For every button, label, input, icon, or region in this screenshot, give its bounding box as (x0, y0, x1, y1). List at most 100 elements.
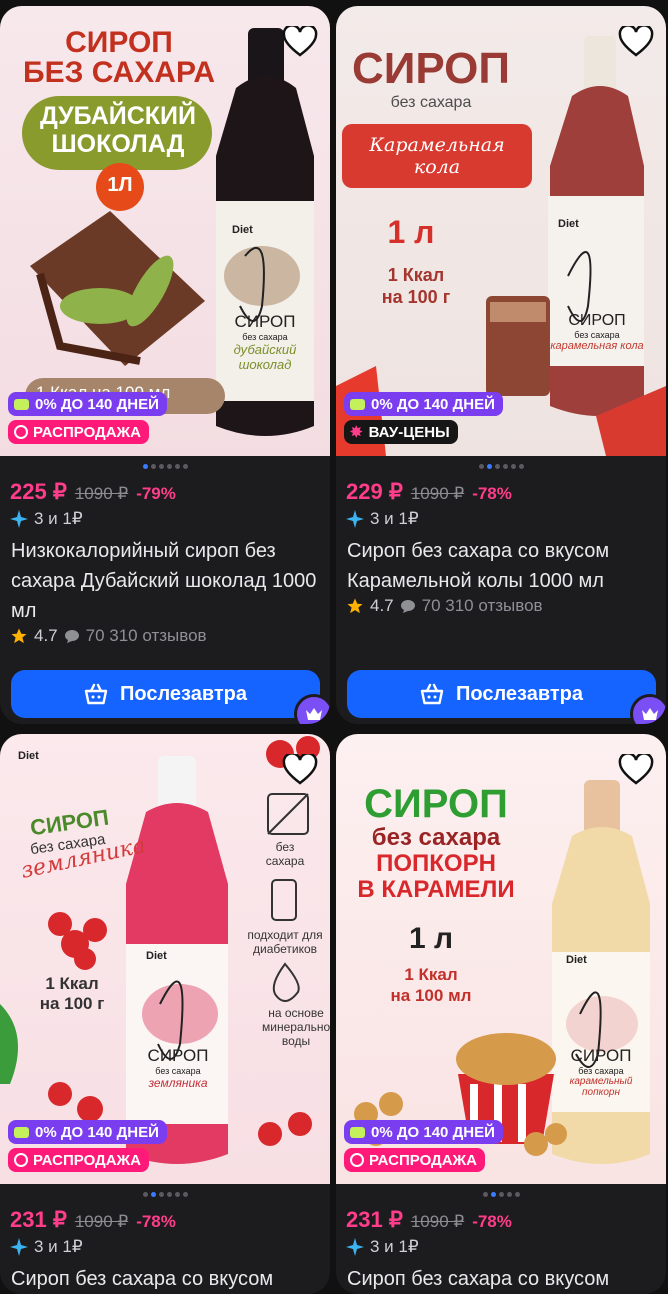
wallet-icon (14, 398, 29, 410)
star-icon (347, 598, 363, 614)
ring-icon (350, 1153, 364, 1167)
delivery-button[interactable]: Послезавтра (11, 670, 320, 718)
art-subheadline: без сахара (371, 824, 501, 851)
badges: 0% ДО 140 ДНЕЙ РАСПРОДАЖА (344, 1120, 503, 1176)
product-card[interactable]: СИРОП без сахара Карамельная кола 1 л 1 … (336, 6, 666, 724)
art-headline: СИРОП (65, 26, 173, 59)
label-brand: Diet (566, 954, 587, 966)
sale-badge: РАСПРОДАЖА (8, 420, 149, 444)
installment-badge: 0% ДО 140 ДНЕЙ (8, 1120, 167, 1144)
favorite-heart-icon[interactable] (618, 754, 654, 786)
comment-icon (64, 629, 79, 643)
art-headline: БЕЗ САХАРА (23, 56, 215, 89)
sparkle-icon (346, 510, 364, 528)
image-pagination (0, 1192, 330, 1197)
sparkle-icon (10, 1238, 28, 1256)
comment-icon (400, 599, 415, 613)
premium-crown-icon (630, 694, 666, 724)
wallet-icon (350, 1126, 365, 1138)
discount: -78% (472, 484, 512, 503)
price: 229 ₽ (346, 479, 403, 504)
promo-row: 3 и 1₽ (10, 1237, 83, 1257)
price-row: 231 ₽ 1090 ₽ -78% (10, 1207, 176, 1233)
sparkle-icon (346, 1238, 364, 1256)
premium-crown-icon (294, 694, 330, 724)
image-pagination (0, 464, 330, 469)
old-price: 1090 ₽ (74, 1212, 129, 1231)
art-subheadline: без сахара (390, 94, 472, 111)
badges: 0% ДО 140 ДНЕЙ РАСПРОДАЖА (8, 392, 167, 448)
old-price: 1090 ₽ (410, 484, 465, 503)
old-price: 1090 ₽ (410, 1212, 465, 1231)
badges: 0% ДО 140 ДНЕЙ РАСПРОДАЖА (8, 1120, 167, 1176)
wallet-icon (14, 1126, 29, 1138)
rating-row: 4.7 70 310 отзывов (10, 626, 207, 646)
art-flavor: Карамельная кола (369, 134, 505, 178)
price: 231 ₽ (346, 1207, 403, 1232)
favorite-heart-icon[interactable] (282, 26, 318, 58)
art-headline: СИРОП (364, 782, 508, 826)
label-sub: без сахара (242, 332, 288, 342)
feature-diabetics: подходит для диабетиков (247, 928, 323, 956)
badges: 0% ДО 140 ДНЕЙ ✸ ВАУ-ЦЕНЫ (344, 392, 503, 448)
label-name: СИРОП (234, 312, 296, 331)
label-sub: без сахара (155, 1066, 201, 1076)
art-kcal: 1 Ккал (45, 974, 99, 993)
rating-value: 4.7 (34, 626, 58, 645)
delivery-button[interactable]: Послезавтра (347, 670, 656, 718)
product-image[interactable]: СИРОП без сахара ПОПКОРН В КАРАМЕЛИ 1 л … (336, 734, 666, 1184)
label-flavor: дубайский шоколад (233, 342, 297, 372)
label-flavor: земляника (148, 1076, 208, 1090)
promo-row: 3 и 1₽ (10, 509, 83, 529)
discount: -79% (136, 484, 176, 503)
art-kcal: 1 Ккал (404, 965, 458, 984)
art-volume: 1 л (408, 922, 454, 955)
price-row: 231 ₽ 1090 ₽ -78% (346, 1207, 512, 1233)
art-flavor: В КАРАМЕЛИ (357, 876, 515, 903)
feature-sugar-free: без сахара (265, 840, 305, 868)
product-title[interactable]: Сироп без сахара со вкусом (11, 1264, 321, 1294)
label-flavor: карамельный попкорн (569, 1076, 633, 1098)
sparkle-icon (10, 510, 28, 528)
installment-badge: 0% ДО 140 ДНЕЙ (344, 392, 503, 416)
wow-price-badge: ✸ ВАУ-ЦЕНЫ (344, 420, 458, 444)
label-brand: Diet (232, 224, 253, 236)
label-brand: Diet (146, 950, 167, 962)
product-title[interactable]: Сироп без сахара со вкусом Карамельной к… (347, 536, 657, 596)
old-price: 1090 ₽ (74, 484, 129, 503)
price-row: 225 ₽ 1090 ₽ -79% (10, 479, 176, 505)
installment-badge: 0% ДО 140 ДНЕЙ (344, 1120, 503, 1144)
burst-icon: ✸ (350, 424, 363, 441)
product-card[interactable]: СИРОП БЕЗ САХАРА ДУБАЙСКИЙ ШОКОЛАД 1Л Di… (0, 6, 330, 724)
ring-icon (14, 1153, 28, 1167)
product-image[interactable]: СИРОП без сахара Карамельная кола 1 л 1 … (336, 6, 666, 456)
label-sub: без сахара (578, 1066, 624, 1076)
art-kcal: на 100 г (39, 994, 105, 1013)
price-row: 229 ₽ 1090 ₽ -78% (346, 479, 512, 505)
product-title[interactable]: Низкокалорийный сироп без сахара Дубайск… (11, 536, 321, 626)
promo-row: 3 и 1₽ (346, 509, 419, 529)
feature-mineral-water: на основе минеральной воды (262, 1006, 330, 1048)
price: 231 ₽ (10, 1207, 67, 1232)
basket-icon (420, 683, 444, 705)
ring-icon (14, 425, 28, 439)
favorite-heart-icon[interactable] (618, 26, 654, 58)
wallet-icon (350, 398, 365, 410)
sale-badge: РАСПРОДАЖА (344, 1148, 485, 1172)
product-card[interactable]: Diet СИРОП без сахара земляника 1 Ккал н… (0, 734, 330, 1294)
rating-value: 4.7 (370, 596, 394, 615)
price: 225 ₽ (10, 479, 67, 504)
art-volume: 1 л (387, 214, 435, 250)
product-image[interactable]: Diet СИРОП без сахара земляника 1 Ккал н… (0, 734, 330, 1184)
art-flavor: ДУБАЙСКИЙ ШОКОЛАД (40, 102, 196, 158)
product-card[interactable]: СИРОП без сахара ПОПКОРН В КАРАМЕЛИ 1 л … (336, 734, 666, 1294)
product-title[interactable]: Сироп без сахара со вкусом (347, 1264, 657, 1294)
art-kcal: на 100 мл (390, 986, 472, 1005)
art-kcal: 1 Ккал (387, 265, 445, 285)
favorite-heart-icon[interactable] (282, 754, 318, 786)
product-image[interactable]: СИРОП БЕЗ САХАРА ДУБАЙСКИЙ ШОКОЛАД 1Л Di… (0, 6, 330, 456)
label-brand: Diet (558, 218, 579, 230)
art-headline: СИРОП (351, 44, 511, 93)
image-pagination (336, 1192, 666, 1197)
reviews-count: 70 310 отзывов (85, 626, 207, 645)
